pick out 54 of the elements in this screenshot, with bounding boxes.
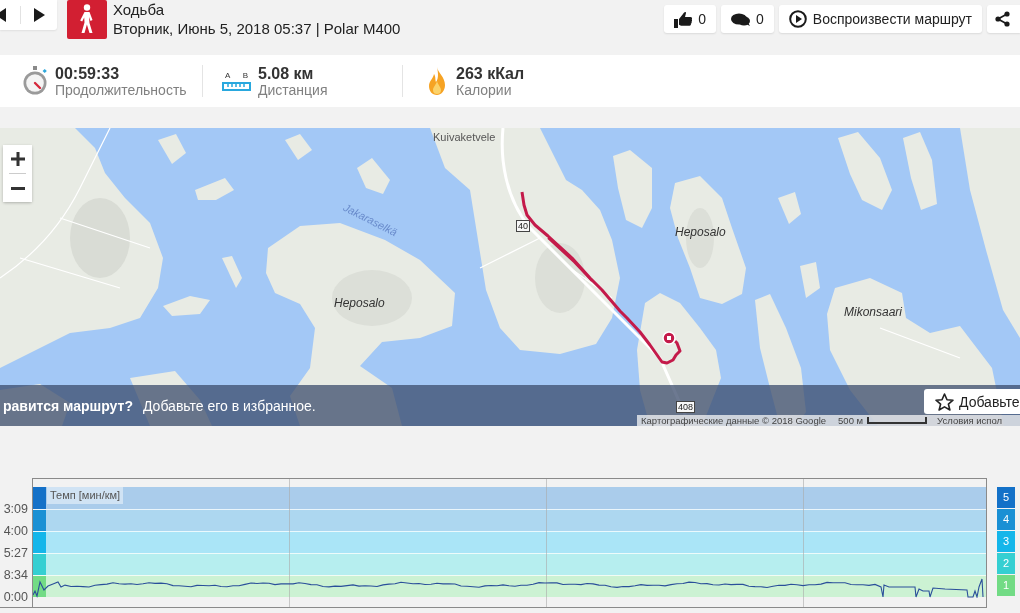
play-route-button[interactable]: Воспроизвести маршрут	[778, 5, 982, 33]
play-icon	[788, 10, 807, 28]
stopwatch-icon	[22, 66, 48, 96]
walking-person-icon	[67, 0, 107, 39]
zone-legend-item: 1	[997, 575, 1015, 596]
map-place-label: Heposalo	[334, 296, 385, 310]
axis-label: 5:27	[3, 545, 28, 562]
stat-value: 5.08 км	[258, 64, 315, 82]
zone-legend-item: 5	[997, 487, 1015, 508]
route-marker-icon	[662, 331, 676, 345]
stat-label: Продолжительность	[55, 81, 187, 98]
comment-button[interactable]: 0	[721, 5, 774, 33]
end-point-label: B	[242, 71, 248, 80]
axis-label: 3:09	[3, 501, 28, 518]
right-arrow-icon	[33, 8, 45, 22]
stat-value: 00:59:33	[55, 64, 121, 82]
terms-link[interactable]: Условия испол	[937, 415, 1003, 426]
stat-value: 263 кКал	[456, 64, 525, 82]
left-arrow-icon	[0, 8, 6, 22]
map-place-label: Kuivaketvele	[433, 131, 496, 143]
scale-label: 500 м	[838, 415, 864, 426]
promo-question: равится маршрут?	[3, 397, 133, 414]
activity-subtitle: Вторник, Июнь 5, 2018 05:37 | Polar M400	[113, 19, 401, 39]
map-attribution: Картографические данные © 2018 Google	[641, 415, 827, 426]
star-icon	[935, 392, 954, 411]
minus-icon	[10, 186, 25, 190]
share-icon	[995, 11, 1010, 27]
axis-label: 8:34	[3, 567, 28, 584]
speech-bubble-icon	[731, 12, 750, 26]
flame-icon	[428, 67, 446, 95]
plus-icon	[10, 152, 25, 166]
add-favorite-button[interactable]: Добавьте	[924, 389, 1020, 414]
stat-label: Калории	[456, 81, 513, 98]
road-number-sign: 408	[676, 401, 696, 413]
activity-title: Ходьба	[113, 1, 165, 19]
scale-bar-icon	[867, 417, 928, 424]
chart-title: Темп [мин/км]	[47, 487, 124, 504]
promo-text: Добавьте его в избранное.	[143, 397, 316, 414]
share-button[interactable]	[987, 5, 1020, 33]
zoom-out-button[interactable]	[3, 174, 32, 202]
zoom-in-button[interactable]	[3, 145, 32, 173]
like-button[interactable]: 0	[664, 5, 716, 33]
zone-legend-item: 4	[997, 509, 1015, 530]
start-point-label: A	[225, 71, 231, 80]
map-place-label: Heposalo	[675, 225, 726, 239]
map-place-label: Mikonsaari	[844, 305, 903, 319]
thumbs-up-icon	[674, 10, 693, 28]
zone-legend-item: 2	[997, 553, 1015, 574]
axis-label: 0:00	[3, 589, 28, 606]
road-number-sign: 40	[516, 220, 530, 232]
zone-legend-item: 3	[997, 531, 1015, 552]
ruler-icon	[222, 82, 251, 91]
axis-label: 4:00	[3, 523, 28, 540]
stat-label: Дистанция	[258, 81, 328, 98]
